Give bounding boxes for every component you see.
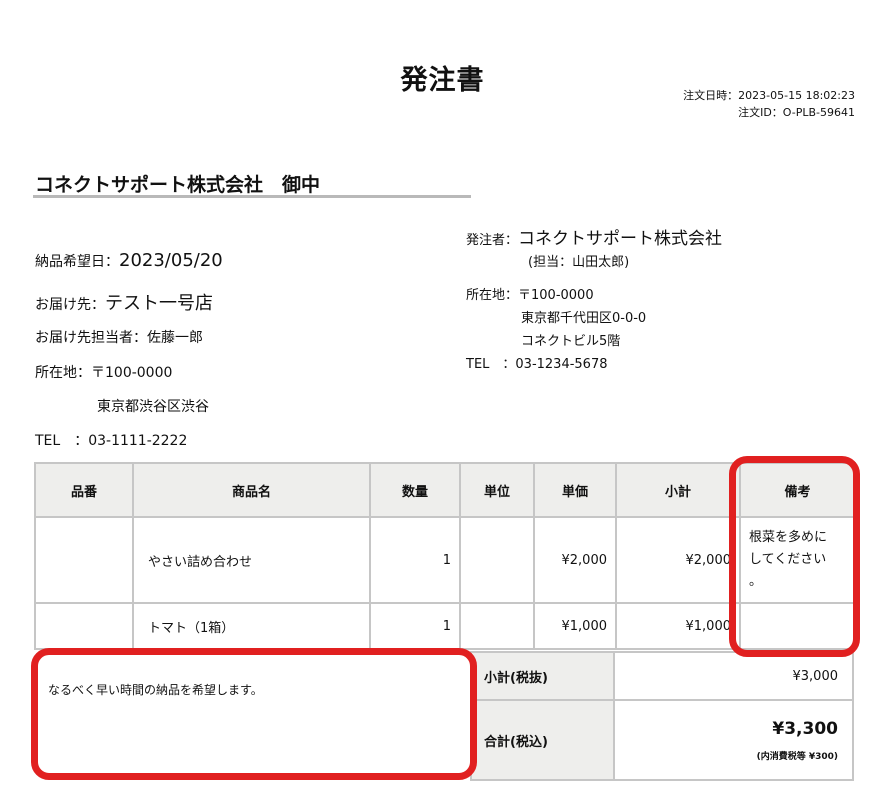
delivery-date-value: 2023/05/20 [119, 250, 223, 271]
cell-unit [459, 602, 535, 650]
cell-subtotal: ¥2,000 [615, 516, 741, 604]
note-line: 。 [749, 574, 763, 589]
cell-qty: 1 [369, 602, 461, 650]
total-label: 合計(税込) [470, 699, 615, 781]
cell-price: ¥1,000 [533, 602, 617, 650]
header-price: 単価 [533, 462, 617, 518]
destination-label: お届け先： [35, 297, 105, 313]
sender-address: 所在地：〒100-0000 [466, 288, 594, 303]
sender-company: コネクトサポート株式会社 [518, 229, 723, 249]
header-note: 備考 [739, 462, 856, 518]
header-code: 品番 [34, 462, 134, 518]
destination-contact: お届け先担当者：佐藤一郎 [35, 330, 203, 346]
table-row: トマト（1箱） 1 ¥1,000 ¥1,000 [34, 602, 856, 650]
total-row: 合計(税込) ¥3,300 (内消費税等 ¥300) [470, 699, 854, 781]
remarks-text: なるべく早い時間の納品を希望します。 [48, 683, 263, 697]
delivery-date-label: 納品希望日： [35, 254, 119, 270]
recipient-name: コネクトサポート株式会社 御中 [35, 174, 321, 196]
cell-note [739, 602, 856, 650]
header-subtotal: 小計 [615, 462, 741, 518]
sender-address-line2: 東京都千代田区0-0-0 [521, 311, 647, 326]
total-value: ¥3,300 [772, 718, 838, 739]
destination-value: テスト一号店 [105, 293, 213, 314]
order-date: 注文日時：2023-05-15 18:02:23 [683, 89, 855, 102]
sender-address-line3: コネクトビル5階 [521, 334, 621, 349]
order-id: 注文ID：O-PLB-59641 [738, 106, 855, 119]
cell-code [34, 516, 134, 604]
remarks-box: なるべく早い時間の納品を希望します。 [34, 651, 472, 777]
delivery-address-line2: 東京都渋谷区渋谷 [97, 399, 209, 415]
sender-person: (担当：山田太郎) [528, 255, 630, 270]
header-qty: 数量 [369, 462, 461, 518]
header-unit: 単位 [459, 462, 535, 518]
delivery-address: 所在地：〒100-0000 [35, 365, 173, 381]
recipient-underline [33, 195, 471, 198]
cell-price: ¥2,000 [533, 516, 617, 604]
destination-row: お届け先：テスト一号店 [35, 289, 213, 315]
cell-name: やさい詰め合わせ [132, 516, 371, 604]
cell-unit [459, 516, 535, 604]
cell-code [34, 602, 134, 650]
sender-row: 発注者：コネクトサポート株式会社 [466, 224, 722, 249]
cell-name: トマト（1箱） [132, 602, 371, 650]
items-table: 品番 商品名 数量 単位 単価 小計 備考 やさい詰め合わせ 1 ¥2,000 … [34, 462, 856, 650]
subtotal-label: 小計(税抜) [470, 651, 615, 701]
header-name: 商品名 [132, 462, 371, 518]
subtotal-value: ¥3,000 [613, 651, 854, 701]
note-line: 根菜を多めに [749, 530, 828, 545]
cell-note: 根菜を多めに してください 。 [739, 516, 856, 604]
subtotal-row: 小計(税抜) ¥3,000 [470, 651, 854, 701]
totals-table: 小計(税抜) ¥3,000 合計(税込) ¥3,300 (内消費税等 ¥300) [470, 651, 854, 781]
cell-subtotal: ¥1,000 [615, 602, 741, 650]
table-row: やさい詰め合わせ 1 ¥2,000 ¥2,000 根菜を多めに してください 。 [34, 516, 856, 604]
sender-tel: TEL ：03-1234-5678 [466, 357, 608, 372]
sender-label: 発注者： [466, 233, 519, 248]
tax-note: (内消費税等 ¥300) [756, 751, 838, 762]
delivery-tel: TEL ：03-1111-2222 [35, 433, 188, 449]
delivery-date-row: 納品希望日：2023/05/20 [35, 250, 223, 271]
cell-qty: 1 [369, 516, 461, 604]
total-cell: ¥3,300 (内消費税等 ¥300) [613, 699, 854, 781]
table-header-row: 品番 商品名 数量 単位 単価 小計 備考 [34, 462, 856, 518]
summary-section: なるべく早い時間の納品を希望します。 小計(税抜) ¥3,000 合計(税込) … [34, 651, 854, 781]
note-line: してください [749, 552, 827, 567]
